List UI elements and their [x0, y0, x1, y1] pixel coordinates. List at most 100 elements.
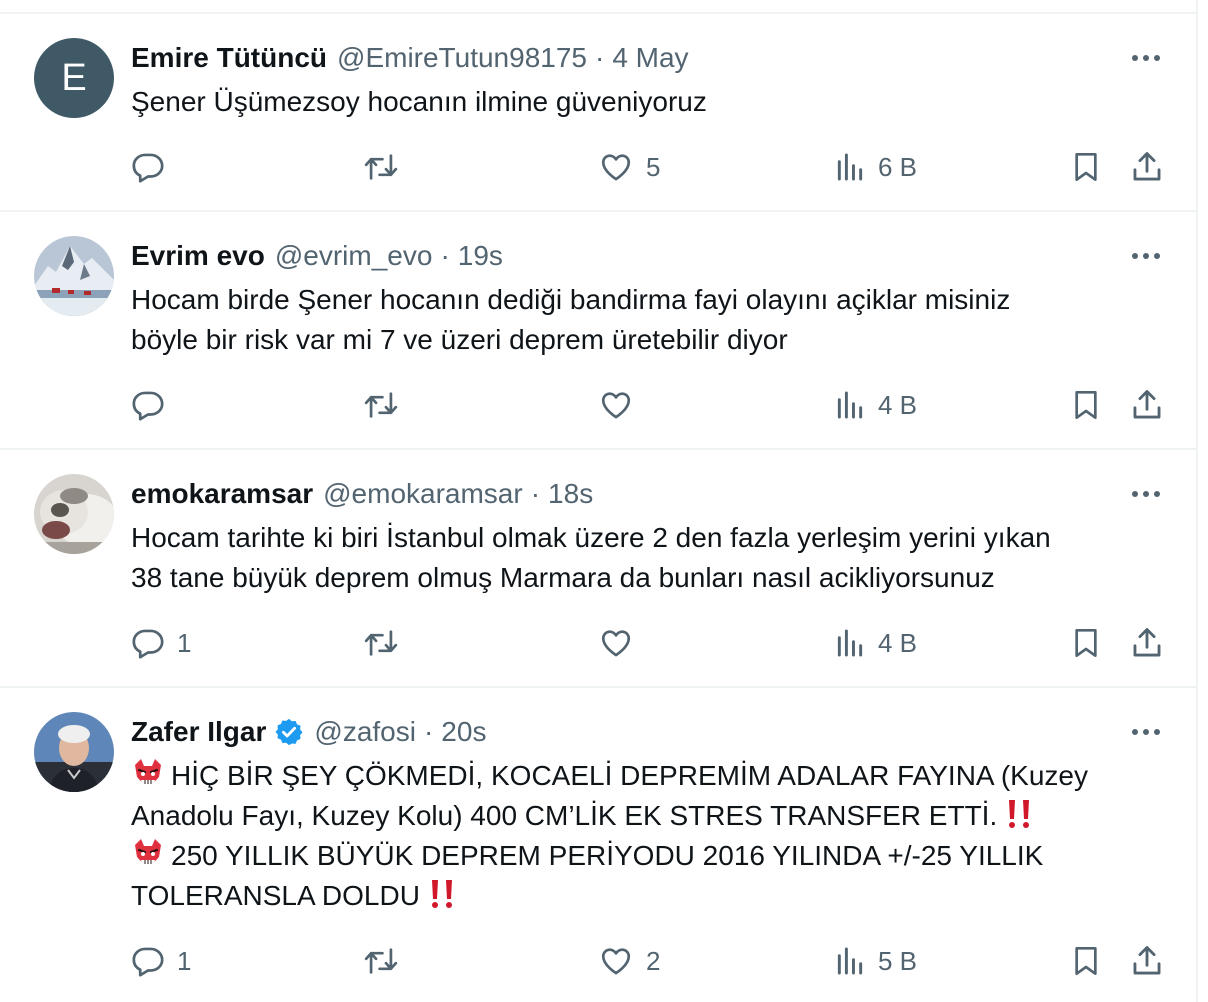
tweet[interactable]: emokaramsar @emokaramsar · 18s Hocam tar…: [0, 450, 1198, 688]
timestamp[interactable]: 19s: [458, 240, 503, 272]
bookmark-button[interactable]: [1070, 941, 1102, 981]
author-handle[interactable]: @EmireTutun98175: [337, 42, 587, 74]
tweet-text-line: Hocam tarihte ki biri İstanbul olmak üze…: [131, 522, 1051, 553]
retweet-icon: [364, 392, 398, 418]
tweet-text-line: Şener Üşümezsoy hocanın ilmine güveniyor…: [131, 86, 707, 117]
reply-count: 1: [177, 627, 192, 658]
retweet-button[interactable]: [362, 623, 400, 663]
tweet[interactable]: Evrim evo @evrim_evo · 19s Hocam birde Ş…: [0, 212, 1198, 450]
author-handle[interactable]: @emokaramsar: [323, 478, 523, 510]
share-button[interactable]: [1130, 385, 1164, 425]
tweet-header: Emire Tütüncü @EmireTutun98175 · 4 May: [131, 40, 689, 76]
tweet-text-line: HİÇ BİR ŞEY ÇÖKMEDİ, KOCAELİ DEPREMİM AD…: [171, 760, 1088, 791]
bookmark-icon: [1075, 947, 1097, 975]
avatar[interactable]: [34, 474, 114, 554]
bookmark-button[interactable]: [1070, 147, 1102, 187]
like-icon: [601, 630, 631, 657]
more-icon[interactable]: [1130, 240, 1162, 272]
views-icon: [837, 153, 863, 181]
share-icon: [1133, 628, 1161, 657]
avatar[interactable]: [34, 712, 114, 792]
reply-icon: [132, 391, 164, 421]
like-icon: [601, 392, 631, 419]
double-exclamation-emoji: [1005, 797, 1033, 831]
tweet-text-line: 38 tane büyük deprem olmuş Marmara da bu…: [131, 562, 995, 593]
tweet-text-line: Anadolu Fayı, Kuzey Kolu) 400 CM’LİK EK …: [131, 800, 998, 831]
retweet-button[interactable]: [362, 941, 400, 981]
retweet-button[interactable]: [362, 147, 400, 187]
like-count: 2: [646, 945, 661, 976]
author-handle[interactable]: @zafosi: [314, 716, 416, 748]
like-button[interactable]: [598, 623, 646, 663]
retweet-icon: [364, 630, 398, 656]
author-name[interactable]: Emire Tütüncü: [131, 42, 327, 74]
separator-dot: ·: [594, 42, 605, 73]
share-icon: [1133, 390, 1161, 419]
action-bar: 5 6 B: [0, 147, 1198, 187]
tweet-text-line: böyle bir risk var mi 7 ve üzeri deprem …: [131, 324, 788, 355]
like-button[interactable]: [598, 385, 646, 425]
share-button[interactable]: [1130, 623, 1164, 663]
bookmark-icon: [1075, 629, 1097, 657]
tweet-text-line: TOLERANSLA DOLDU: [131, 880, 428, 911]
reply-icon: [132, 629, 164, 659]
tweet-text: Şener Üşümezsoy hocanın ilmine güveniyor…: [131, 82, 1161, 122]
like-icon: [601, 948, 631, 975]
author-name[interactable]: Evrim evo: [131, 240, 265, 272]
views-button[interactable]: 4 B: [834, 385, 917, 425]
avatar[interactable]: E: [34, 38, 114, 118]
reply-button[interactable]: [131, 385, 177, 425]
views-button[interactable]: 6 B: [834, 147, 917, 187]
bookmark-button[interactable]: [1070, 385, 1102, 425]
tweet[interactable]: Zafer Ilgar @zafosi · 20s HİÇ BİR ŞEY ÇÖ…: [0, 688, 1198, 1002]
like-count: 5: [646, 151, 661, 182]
action-bar: 4 B: [0, 385, 1198, 425]
bookmark-icon: [1075, 153, 1097, 181]
tweet-header: emokaramsar @emokaramsar · 18s: [131, 476, 593, 512]
tweet-text-line: Hocam birde Şener hocanın dediği bandirm…: [131, 284, 1011, 315]
bookmark-button[interactable]: [1070, 623, 1102, 663]
timestamp[interactable]: 20s: [441, 716, 486, 748]
tweet-text-line: 250 YILLIK BÜYÜK DEPREM PERİYODU 2016 YI…: [171, 840, 1044, 871]
separator-dot: ·: [440, 240, 450, 271]
verified-icon: [274, 717, 304, 747]
views-count: 5 B: [878, 945, 918, 976]
views-button[interactable]: 4 B: [834, 623, 917, 663]
reply-count: 1: [177, 945, 192, 976]
author-name[interactable]: emokaramsar: [131, 478, 313, 510]
more-icon[interactable]: [1130, 478, 1162, 510]
share-button[interactable]: [1130, 941, 1164, 981]
reply-icon: [132, 153, 164, 183]
avatar-image: [34, 236, 114, 316]
author-handle[interactable]: @evrim_evo: [275, 240, 433, 272]
timestamp[interactable]: 4 May: [612, 42, 688, 74]
author-name[interactable]: Zafer Ilgar: [131, 716, 266, 748]
like-button[interactable]: 2: [598, 941, 660, 981]
tweet-header: Evrim evo @evrim_evo · 19s: [131, 238, 503, 274]
action-bar: 1 2 5 B: [0, 941, 1198, 981]
more-icon[interactable]: [1130, 42, 1162, 74]
views-icon: [837, 629, 863, 657]
reply-button[interactable]: 1: [131, 623, 191, 663]
avatar[interactable]: [34, 236, 114, 316]
reply-button[interactable]: [131, 147, 177, 187]
views-button[interactable]: 5 B: [834, 941, 917, 981]
views-count: 4 B: [878, 389, 918, 420]
like-button[interactable]: 5: [598, 147, 660, 187]
reply-button[interactable]: 1: [131, 941, 191, 981]
like-icon: [601, 154, 631, 181]
separator-dot: ·: [423, 716, 434, 747]
views-icon: [837, 947, 863, 975]
goblin-emoji: [131, 757, 165, 791]
avatar-letter: E: [61, 56, 87, 99]
retweet-button[interactable]: [362, 385, 400, 425]
views-count: 6 B: [878, 151, 918, 182]
tweet-header: Zafer Ilgar @zafosi · 20s: [131, 714, 486, 750]
retweet-icon: [364, 948, 398, 974]
share-button[interactable]: [1130, 147, 1164, 187]
more-icon[interactable]: [1130, 716, 1162, 748]
tweet[interactable]: E Emire Tütüncü @EmireTutun98175 · 4 May…: [0, 14, 1198, 212]
reply-icon: [132, 947, 164, 977]
timestamp[interactable]: 18s: [548, 478, 593, 510]
views-icon: [837, 391, 863, 419]
